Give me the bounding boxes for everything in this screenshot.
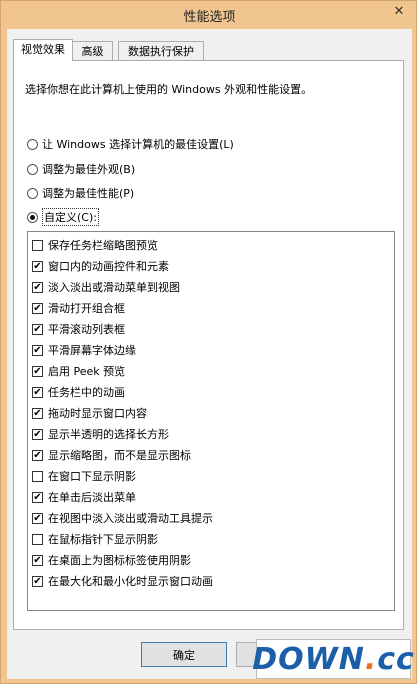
list-item[interactable]: 在鼠标指针下显示阴影 [32,531,158,547]
list-item-label: 平滑屏幕字体边缘 [48,344,136,357]
checkbox-unchecked[interactable] [32,533,43,545]
list-item-label: 启用 Peek 预览 [48,365,126,378]
list-item[interactable]: ✔ 显示半透明的选择长方形 [32,426,169,442]
list-item-label: 在最大化和最小化时显示窗口动画 [48,575,213,588]
list-item[interactable]: ✔ 启用 Peek 预览 [32,363,125,379]
visual-effects-list[interactable]: 保存任务栏缩略图预览 ✔ 窗口内的动画控件和元素 ✔ 淡入淡出或滑动菜单到视图 ✔ 滑动打开… [27,231,395,611]
list-item-label: 淡入淡出或滑动菜单到视图 [48,281,180,294]
radio-label: 调整为最佳性能(P) [42,187,135,200]
checkbox-checked[interactable]: ✔ [32,575,43,587]
watermark-dot: . [364,641,378,677]
checkbox-checked[interactable]: ✔ [32,260,43,272]
performance-options-window: 性能选项 ✕ 视觉效果 高级 数据执行保护 选择你想在此计算机上使用的 Wind… [0,0,417,684]
list-item-label: 在视图中淡入淡出或滑动工具提示 [48,512,213,525]
checkbox-checked[interactable]: ✔ [32,323,43,335]
list-item-label: 滑动打开组合框 [48,302,125,315]
radio-best-appearance[interactable]: 调整为最佳外观(B) [27,161,135,177]
tab-advanced[interactable]: 高级 [72,41,113,60]
list-item-label: 任务栏中的动画 [48,386,125,399]
list-item[interactable]: ✔ 在最大化和最小化时显示窗口动画 [32,573,213,589]
list-item-label: 显示半透明的选择长方形 [48,428,169,441]
radio-custom[interactable]: 自定义(C): [27,208,99,226]
checkbox-checked[interactable]: ✔ [32,386,43,398]
tab-data-execution-prevention[interactable]: 数据执行保护 [118,41,204,60]
panel-description: 选择你想在此计算机上使用的 Windows 外观和性能设置。 [25,83,313,96]
checkbox-checked[interactable]: ✔ [32,512,43,524]
radio-let-windows-choose[interactable]: 让 Windows 选择计算机的最佳设置(L) [27,136,234,152]
list-item[interactable]: ✔ 在视图中淡入淡出或滑动工具提示 [32,510,213,526]
close-button[interactable]: ✕ [384,1,414,21]
list-item[interactable]: ✔ 滑动打开组合框 [32,300,125,316]
radio-label: 调整为最佳外观(B) [42,163,136,176]
list-item-label: 拖动时显示窗口内容 [48,407,147,420]
list-item-label: 在窗口下显示阴影 [48,470,136,483]
checkbox-unchecked[interactable] [32,470,43,482]
list-item[interactable]: ✔ 在桌面上为图标标签使用阴影 [32,552,191,568]
radio-button[interactable] [27,187,38,199]
checkbox-checked[interactable]: ✔ [32,302,43,314]
list-item-label: 保存任务栏缩略图预览 [48,239,158,252]
radio-best-performance[interactable]: 调整为最佳性能(P) [27,185,134,201]
visual-effects-panel: 选择你想在此计算机上使用的 Windows 外观和性能设置。 让 Windows… [13,60,404,630]
list-item[interactable]: 保存任务栏缩略图预览 [32,237,158,253]
checkbox-unchecked[interactable] [32,239,43,251]
checkbox-checked[interactable]: ✔ [32,281,43,293]
checkbox-checked[interactable]: ✔ [32,449,43,461]
radio-button[interactable] [27,138,38,150]
list-item-label: 窗口内的动画控件和元素 [48,260,169,273]
list-item[interactable]: ✔ 拖动时显示窗口内容 [32,405,147,421]
checkbox-checked[interactable]: ✔ [32,554,43,566]
radio-label: 让 Windows 选择计算机的最佳设置(L) [42,138,234,151]
list-item-label: 显示缩略图，而不是显示图标 [48,449,191,462]
list-item[interactable]: ✔ 平滑屏幕字体边缘 [32,342,136,358]
watermark-text-main: DOWN [252,641,365,677]
list-item[interactable]: ✔ 显示缩略图，而不是显示图标 [32,447,191,463]
list-item[interactable]: ✔ 淡入淡出或滑动菜单到视图 [32,279,180,295]
list-item[interactable]: 在窗口下显示阴影 [32,468,136,484]
checkbox-checked[interactable]: ✔ [32,407,43,419]
list-item-label: 在单击后淡出菜单 [48,491,136,504]
radio-button-selected[interactable] [27,211,38,223]
checkbox-checked[interactable]: ✔ [32,428,43,440]
radio-label: 自定义(C): [42,208,99,226]
tab-visual-effects[interactable]: 视觉效果 [13,39,73,61]
list-item-label: 在鼠标指针下显示阴影 [48,533,158,546]
close-icon: ✕ [393,3,405,19]
watermark-text-end: cc [377,641,415,677]
list-item[interactable]: ✔ 窗口内的动画控件和元素 [32,258,169,274]
ok-button[interactable]: 确定 [141,642,227,667]
list-item[interactable]: ✔ 在单击后淡出菜单 [32,489,136,505]
list-item-label: 在桌面上为图标标签使用阴影 [48,554,191,567]
window-title: 性能选项 [183,10,236,25]
list-item[interactable]: ✔ 任务栏中的动画 [32,384,125,400]
title-bar[interactable]: 性能选项 ✕ [1,1,417,29]
list-item-label: 平滑滚动列表框 [48,323,125,336]
list-item[interactable]: ✔ 平滑滚动列表框 [32,321,125,337]
radio-button[interactable] [27,163,38,175]
dialog-client-area: 视觉效果 高级 数据执行保护 选择你想在此计算机上使用的 Windows 外观和… [7,29,412,679]
checkbox-checked[interactable]: ✔ [32,365,43,377]
checkbox-checked[interactable]: ✔ [32,491,43,503]
checkbox-checked[interactable]: ✔ [32,344,43,356]
down-cc-watermark-logo: DOWN. cc [252,639,414,679]
